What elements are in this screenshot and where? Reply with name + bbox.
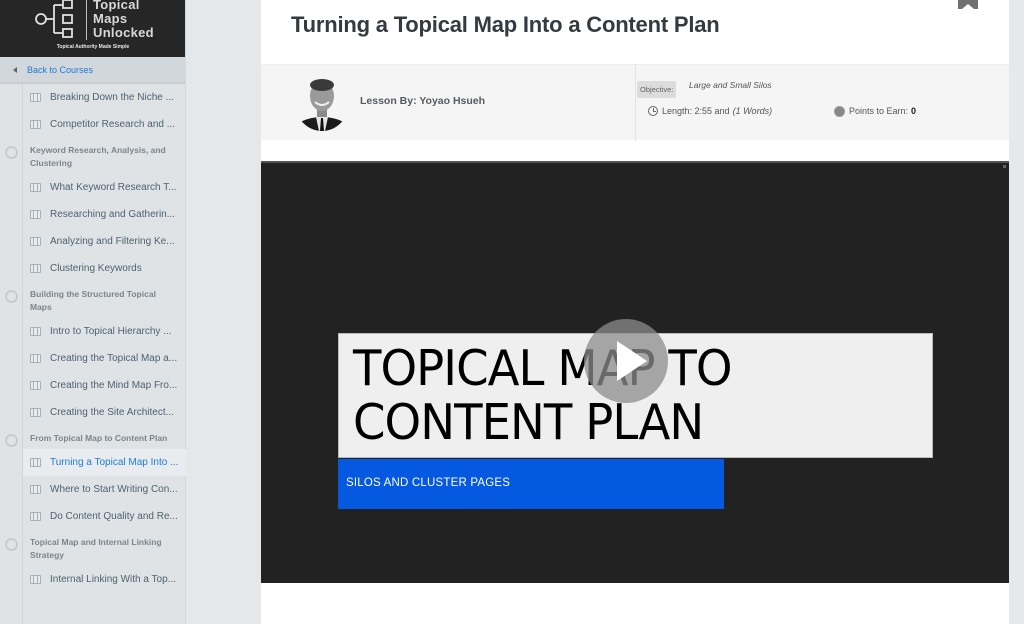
lesson-title: Creating the Mind Map Fro...	[50, 380, 178, 391]
sidebar-section[interactable]: Building the Structured Topical Maps	[0, 282, 186, 318]
lesson-title: Creating the Site Architect...	[50, 407, 174, 418]
sidebar-section[interactable]: From Topical Map to Content Plan	[0, 426, 186, 449]
video-lesson-icon	[30, 120, 41, 129]
points-badge-icon	[835, 106, 844, 116]
video-lesson-icon	[30, 327, 41, 336]
objective-label: Objective:	[637, 81, 677, 98]
play-button[interactable]	[584, 319, 668, 403]
points-label: Points to Earn:	[849, 106, 909, 116]
video-lesson-icon	[30, 264, 41, 273]
instructor-avatar	[296, 73, 348, 131]
logo-text: Topical Maps Unlocked	[93, 0, 154, 40]
sidebar-lesson[interactable]: Creating the Site Architect...	[0, 399, 186, 426]
sidebar-lesson-active[interactable]: Turning a Topical Map Into ...	[23, 449, 186, 476]
clock-icon	[648, 106, 658, 116]
bookmark-icon[interactable]	[958, 0, 978, 9]
video-slide-title: TOPICAL MAP TO CONTENT PLAN	[353, 340, 733, 451]
logo-line-2: Maps	[93, 11, 128, 26]
lesson-title: Competitor Research and ...	[50, 119, 176, 130]
lesson-title: Creating the Topical Map a...	[50, 353, 178, 364]
video-lesson-icon	[30, 354, 41, 363]
lesson-title: Clustering Keywords	[50, 263, 142, 274]
lesson-title: Where to Start Writing Con...	[50, 484, 178, 495]
slide-title-line-2: CONTENT PLAN	[353, 394, 704, 451]
logo-divider	[86, 0, 87, 40]
sidebar-section[interactable]: Topical Map and Internal Linking Strateg…	[0, 530, 186, 566]
lesson-title: Intro to Topical Hierarchy ...	[50, 326, 172, 337]
section-progress-circle-icon	[5, 290, 18, 303]
video-lesson-icon	[30, 381, 41, 390]
video-lesson-icon	[30, 93, 41, 102]
page-scrollbar[interactable]	[1009, 0, 1024, 624]
logo-tagline: Topical Authority Made Simple	[56, 44, 130, 50]
meta-divider	[635, 65, 636, 141]
lesson-author: Lesson By: Yoyao Hsueh	[360, 95, 486, 107]
topical-map-logo-icon	[35, 0, 73, 38]
lesson-title: Breaking Down the Niche ...	[50, 92, 174, 103]
lesson-title: Analyzing and Filtering Ke...	[50, 236, 175, 247]
sidebar-lesson[interactable]: Clustering Keywords	[0, 255, 186, 282]
back-to-courses-bar: Back to Courses	[0, 57, 185, 84]
length-words: (1 Words)	[732, 106, 773, 116]
sidebar-lesson[interactable]: Do Content Quality and Re...	[0, 503, 186, 530]
points-to-earn: Points to Earn: 0	[835, 106, 916, 116]
sidebar-section[interactable]: Keyword Research, Analysis, and Clusteri…	[0, 138, 186, 174]
video-lesson-icon	[30, 237, 41, 246]
lesson-title: Turning a Topical Map Into ...	[50, 457, 179, 468]
video-corner-marker	[1003, 165, 1006, 168]
sidebar-lesson[interactable]: Breaking Down the Niche ...	[0, 84, 186, 111]
course-sidebar: Topical Maps Unlocked Topical Authority …	[0, 0, 186, 624]
lesson-navigation: Breaking Down the Niche ... Competitor Re…	[0, 84, 186, 593]
sidebar-lesson[interactable]: Analyzing and Filtering Ke...	[0, 228, 186, 255]
course-logo: Topical Maps Unlocked Topical Authority …	[0, 0, 185, 57]
section-title: Building the Structured Topical Maps	[30, 289, 156, 312]
section-title: Keyword Research, Analysis, and Clusteri…	[30, 145, 166, 168]
video-lesson-icon	[30, 485, 41, 494]
section-title: From Topical Map to Content Plan	[30, 433, 168, 443]
sidebar-lesson[interactable]: Where to Start Writing Con...	[0, 476, 186, 503]
sidebar-lesson[interactable]: What Keyword Research T...	[0, 174, 186, 201]
section-progress-circle-icon	[5, 434, 18, 447]
sidebar-lesson[interactable]: Creating the Topical Map a...	[0, 345, 186, 372]
lesson-title: What Keyword Research T...	[50, 182, 177, 193]
length-text: Length: 2:55 and	[662, 106, 730, 116]
lesson-info-bar: Lesson By: Yoyao Hsueh Objective: Large …	[261, 64, 1009, 141]
sidebar-lesson[interactable]: Creating the Mind Map Fro...	[0, 372, 186, 399]
video-slide-subtitle-box: SILOS AND CLUSTER PAGES	[338, 459, 724, 509]
slide-title-line-1: TOPICAL MAP TO	[353, 340, 733, 397]
logo-line-3: Unlocked	[93, 25, 154, 40]
video-player[interactable]: TOPICAL MAP TO CONTENT PLAN SILOS AND CL…	[261, 161, 1009, 583]
section-title: Topical Map and Internal Linking Strateg…	[30, 537, 162, 560]
lesson-length: Length: 2:55 and (1 Words)	[648, 106, 772, 116]
video-slide-subtitle: SILOS AND CLUSTER PAGES	[346, 477, 511, 489]
video-lesson-icon	[30, 210, 41, 219]
back-to-courses-link[interactable]: Back to Courses	[27, 65, 93, 75]
video-lesson-icon	[30, 408, 41, 417]
video-lesson-icon	[30, 183, 41, 192]
page-title: Turning a Topical Map Into a Content Pla…	[291, 12, 720, 37]
sidebar-lesson[interactable]: Intro to Topical Hierarchy ...	[0, 318, 186, 345]
lesson-content: Turning a Topical Map Into a Content Pla…	[261, 0, 1009, 624]
sidebar-lesson[interactable]: Internal Linking With a Top...	[0, 566, 186, 593]
section-progress-circle-icon	[5, 146, 18, 159]
sidebar-lesson[interactable]: Researching and Gatherin...	[0, 201, 186, 228]
video-lesson-icon	[30, 575, 41, 584]
points-value: 0	[911, 106, 917, 116]
lesson-title: Researching and Gatherin...	[50, 209, 176, 220]
caret-left-icon	[13, 66, 17, 73]
lesson-title: Do Content Quality and Re...	[50, 511, 178, 522]
sidebar-lesson[interactable]: Competitor Research and ...	[0, 111, 186, 138]
objective-value: Large and Small Silos	[689, 80, 772, 90]
video-lesson-icon	[30, 458, 41, 467]
video-lesson-icon	[30, 512, 41, 521]
lesson-title: Internal Linking With a Top...	[50, 574, 176, 585]
section-progress-circle-icon	[5, 538, 18, 551]
